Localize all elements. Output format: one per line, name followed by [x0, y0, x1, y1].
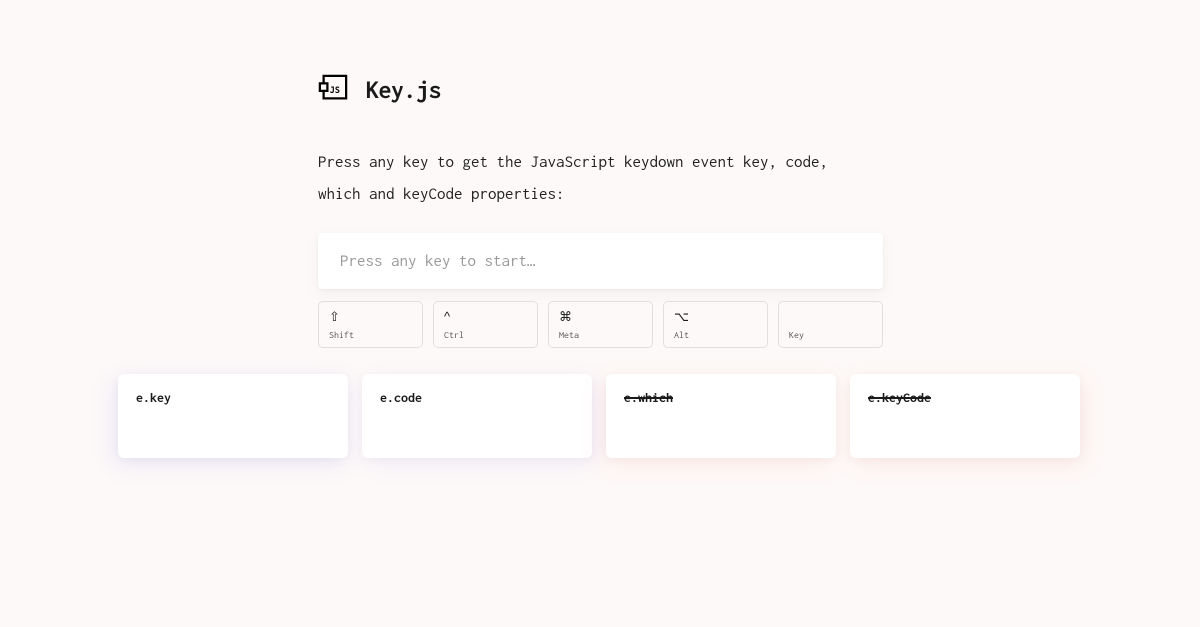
- key-icon: [789, 310, 872, 324]
- modifier-label: Ctrl: [444, 329, 527, 340]
- card-label: e.which: [624, 390, 818, 405]
- key-input[interactable]: [318, 233, 883, 289]
- card-label: e.key: [136, 390, 330, 405]
- ctrl-icon: ^: [444, 310, 527, 324]
- js-logo-icon: JS: [318, 74, 348, 104]
- svg-text:JS: JS: [330, 85, 340, 95]
- card-e-key: e.key: [118, 374, 348, 458]
- option-icon: ⌥: [674, 310, 757, 324]
- modifier-label: Key: [789, 329, 872, 340]
- card-label: e.keyCode: [868, 390, 1062, 405]
- modifier-keys: ⇧ Shift ^ Ctrl ⌘ Meta ⌥ Alt Key: [318, 301, 1080, 348]
- modifier-label: Meta: [559, 329, 642, 340]
- modifier-label: Alt: [674, 329, 757, 340]
- header: JS Key.js: [318, 74, 1080, 104]
- card-e-code: e.code: [362, 374, 592, 458]
- modifier-ctrl[interactable]: ^ Ctrl: [433, 301, 538, 348]
- modifier-alt[interactable]: ⌥ Alt: [663, 301, 768, 348]
- input-wrapper: [318, 233, 883, 289]
- modifier-shift[interactable]: ⇧ Shift: [318, 301, 423, 348]
- description: Press any key to get the JavaScript keyd…: [318, 146, 878, 211]
- card-e-which: e.which: [606, 374, 836, 458]
- card-e-keycode: e.keyCode: [850, 374, 1080, 458]
- modifier-key[interactable]: Key: [778, 301, 883, 348]
- card-label: e.code: [380, 390, 574, 405]
- command-icon: ⌘: [559, 310, 642, 324]
- page-title: Key.js: [366, 76, 441, 103]
- shift-icon: ⇧: [329, 310, 412, 324]
- modifier-meta[interactable]: ⌘ Meta: [548, 301, 653, 348]
- modifier-label: Shift: [329, 329, 412, 340]
- property-cards: e.key e.code e.which e.keyCode: [118, 374, 1080, 458]
